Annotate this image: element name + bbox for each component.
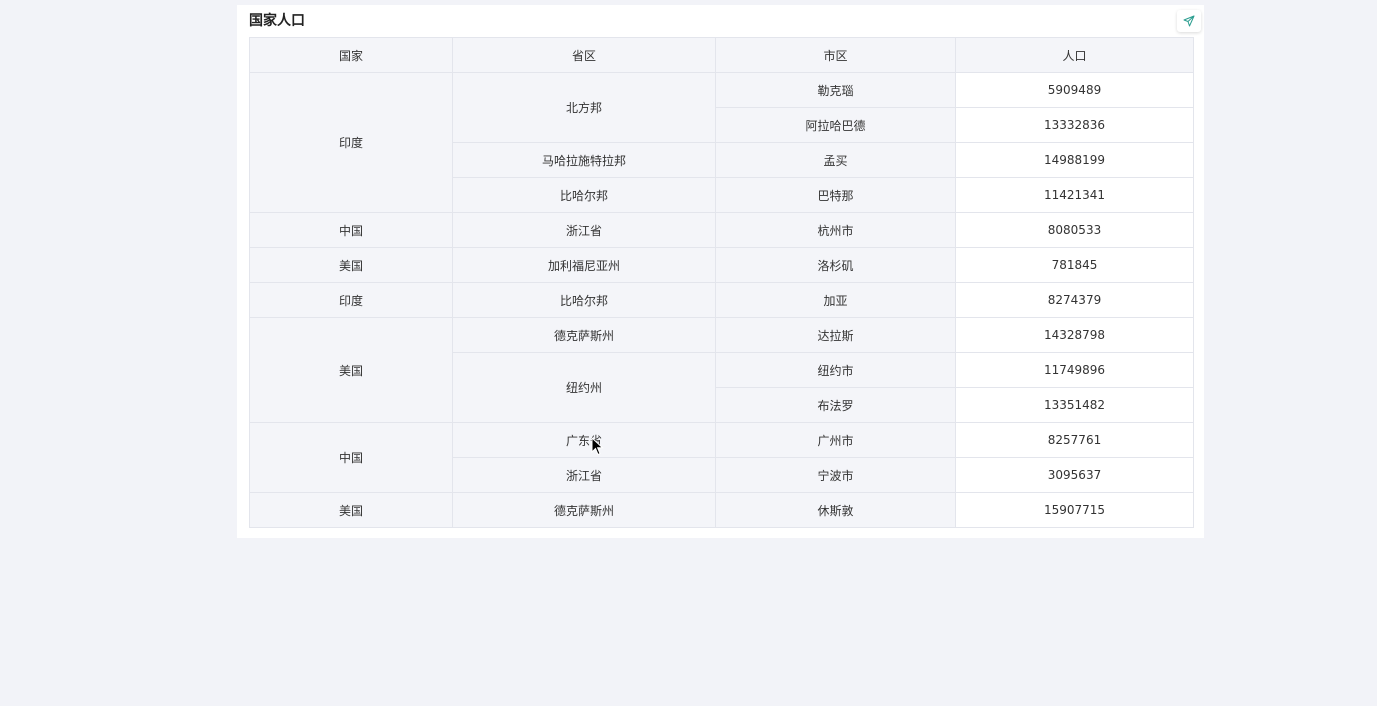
- population-cell[interactable]: 11421341: [955, 177, 1194, 213]
- send-button[interactable]: [1177, 10, 1201, 32]
- country-cell[interactable]: 美国: [249, 247, 453, 283]
- city-cell[interactable]: 达拉斯: [715, 317, 956, 353]
- population-cell[interactable]: 14988199: [955, 142, 1194, 178]
- province-cell[interactable]: 德克萨斯州: [452, 492, 716, 528]
- population-cell[interactable]: 15907715: [955, 492, 1194, 528]
- population-cell[interactable]: 781845: [955, 247, 1194, 283]
- province-cell[interactable]: 广东省: [452, 422, 716, 458]
- pivot-table-card: 国家人口 国家 省区 市区 人口 印度 北方邦 勒克瑙 5909489 阿拉哈巴…: [237, 5, 1204, 538]
- table-row: 美国 德克萨斯州 达拉斯 14328798: [249, 317, 1194, 423]
- city-cell[interactable]: 孟买: [715, 142, 956, 178]
- province-cell[interactable]: 德克萨斯州: [452, 317, 716, 353]
- province-cell[interactable]: 北方邦: [452, 72, 716, 143]
- population-cell[interactable]: 8080533: [955, 212, 1194, 248]
- country-cell[interactable]: 美国: [249, 492, 453, 528]
- header-province[interactable]: 省区: [452, 37, 716, 73]
- population-cell[interactable]: 11749896: [955, 352, 1194, 388]
- city-cell[interactable]: 休斯敦: [715, 492, 956, 528]
- city-cell[interactable]: 勒克瑙: [715, 72, 956, 108]
- population-table: 国家 省区 市区 人口 印度 北方邦 勒克瑙 5909489 阿拉哈巴德 133…: [249, 37, 1194, 528]
- header-population[interactable]: 人口: [955, 37, 1194, 73]
- city-cell[interactable]: 布法罗: [715, 387, 956, 423]
- city-cell[interactable]: 加亚: [715, 282, 956, 318]
- province-cell[interactable]: 马哈拉施特拉邦: [452, 142, 716, 178]
- country-cell[interactable]: 印度: [249, 72, 453, 213]
- header-city[interactable]: 市区: [715, 37, 956, 73]
- population-cell[interactable]: 8257761: [955, 422, 1194, 458]
- table-row: 美国 加利福尼亚州 洛杉矶 781845: [249, 247, 1194, 283]
- city-cell[interactable]: 宁波市: [715, 457, 956, 493]
- card-title: 国家人口: [249, 13, 305, 29]
- city-cell[interactable]: 杭州市: [715, 212, 956, 248]
- city-cell[interactable]: 洛杉矶: [715, 247, 956, 283]
- send-icon: [1183, 15, 1195, 27]
- country-cell[interactable]: 美国: [249, 317, 453, 423]
- province-cell[interactable]: 比哈尔邦: [452, 177, 716, 213]
- province-cell[interactable]: 比哈尔邦: [452, 282, 716, 318]
- population-cell[interactable]: 5909489: [955, 72, 1194, 108]
- province-cell[interactable]: 浙江省: [452, 457, 716, 493]
- country-cell[interactable]: 中国: [249, 422, 453, 493]
- population-cell[interactable]: 14328798: [955, 317, 1194, 353]
- province-cell[interactable]: 浙江省: [452, 212, 716, 248]
- city-cell[interactable]: 纽约市: [715, 352, 956, 388]
- population-cell[interactable]: 8274379: [955, 282, 1194, 318]
- population-cell[interactable]: 13351482: [955, 387, 1194, 423]
- country-cell[interactable]: 中国: [249, 212, 453, 248]
- table-row: 美国 德克萨斯州 休斯敦 15907715: [249, 492, 1194, 528]
- city-cell[interactable]: 广州市: [715, 422, 956, 458]
- country-cell[interactable]: 印度: [249, 282, 453, 318]
- table-row: 中国 浙江省 杭州市 8080533: [249, 212, 1194, 248]
- header-row: 国家 省区 市区 人口: [249, 37, 1194, 73]
- city-cell[interactable]: 阿拉哈巴德: [715, 107, 956, 143]
- province-cell[interactable]: 加利福尼亚州: [452, 247, 716, 283]
- table-row: 印度 比哈尔邦 加亚 8274379: [249, 282, 1194, 318]
- table-row: 印度 北方邦 勒克瑙 5909489: [249, 72, 1194, 213]
- province-cell[interactable]: 纽约州: [452, 352, 716, 423]
- population-cell[interactable]: 3095637: [955, 457, 1194, 493]
- table-row: 中国 广东省 广州市 8257761: [249, 422, 1194, 493]
- header-country[interactable]: 国家: [249, 37, 453, 73]
- city-cell[interactable]: 巴特那: [715, 177, 956, 213]
- mouse-cursor-icon: [591, 437, 604, 456]
- population-cell[interactable]: 13332836: [955, 107, 1194, 143]
